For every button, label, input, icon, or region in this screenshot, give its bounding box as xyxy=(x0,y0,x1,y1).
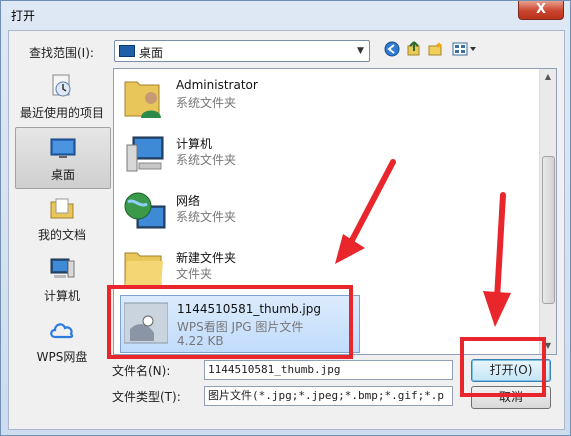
open-dialog: 打开 X 查找范围(I): 桌面 ▼ 最近使用的项目 桌面 我的文档 计算机 W… xyxy=(0,0,571,436)
places-bar: 最近使用的项目 桌面 我的文档 计算机 WPS网盘 xyxy=(15,66,111,396)
place-desktop[interactable]: 桌面 xyxy=(15,127,111,189)
cloud-icon xyxy=(50,323,74,339)
title-bar[interactable]: 打开 X xyxy=(1,1,570,29)
highlight-box-open xyxy=(460,337,546,397)
place-wps-cloud[interactable]: WPS网盘 xyxy=(15,310,109,370)
documents-icon xyxy=(50,198,74,219)
scrollbar-thumb[interactable] xyxy=(542,156,555,304)
place-label: 桌面 xyxy=(50,168,75,182)
desktop-icon xyxy=(119,45,135,57)
computer-icon xyxy=(50,258,75,278)
new-folder-icon[interactable] xyxy=(427,41,445,59)
file-name: 新建文件夹 xyxy=(176,251,237,265)
arrow-annotation-icon xyxy=(335,159,396,264)
close-button[interactable]: X xyxy=(518,1,564,20)
desktop-icon xyxy=(50,138,76,158)
filename-input[interactable]: 1144510581_thumb.jpg xyxy=(204,360,453,380)
place-computer[interactable]: 计算机 xyxy=(15,249,109,309)
views-menu-icon[interactable] xyxy=(451,41,479,59)
file-name: Administrator xyxy=(176,78,258,92)
computer-icon xyxy=(126,136,164,172)
lookin-value: 桌面 xyxy=(139,46,164,60)
place-label: 最近使用的项目 xyxy=(19,106,104,120)
network-globe-icon xyxy=(124,192,166,229)
file-type: 文件夹 xyxy=(176,267,213,281)
back-icon[interactable] xyxy=(383,41,401,59)
place-documents[interactable]: 我的文档 xyxy=(15,188,109,248)
file-type: 系统文件夹 xyxy=(176,96,237,110)
vertical-scrollbar[interactable]: ▲ ▼ xyxy=(539,69,556,354)
file-name: 计算机 xyxy=(176,137,213,151)
up-folder-icon[interactable] xyxy=(405,41,423,59)
window-title: 打开 xyxy=(11,9,36,23)
list-item[interactable]: Administrator 系统文件夹 xyxy=(120,72,358,124)
lookin-label: 查找范围(I): xyxy=(29,46,94,60)
place-recent[interactable]: 最近使用的项目 xyxy=(15,66,109,126)
user-folder-icon xyxy=(124,81,161,118)
recent-icon xyxy=(52,74,71,97)
file-type: 系统文件夹 xyxy=(176,210,237,224)
file-name: 网络 xyxy=(176,194,201,208)
filetype-label: 文件类型(T): xyxy=(112,390,181,404)
scroll-up-icon[interactable]: ▲ xyxy=(540,69,556,85)
place-label: 计算机 xyxy=(43,289,80,303)
filetype-select[interactable]: 图片文件(*.jpg;*.jpeg;*.bmp;*.gif;*.p xyxy=(204,386,453,406)
chevron-down-icon[interactable]: ▼ xyxy=(352,41,369,61)
highlight-box-file xyxy=(107,285,353,359)
filename-label: 文件名(N): xyxy=(112,364,171,378)
arrow-annotation-icon xyxy=(483,192,511,327)
place-label: WPS网盘 xyxy=(36,350,88,364)
place-label: 我的文档 xyxy=(37,228,86,242)
lookin-dropdown[interactable]: 桌面 ▼ xyxy=(114,40,370,62)
file-type: 系统文件夹 xyxy=(176,153,237,167)
